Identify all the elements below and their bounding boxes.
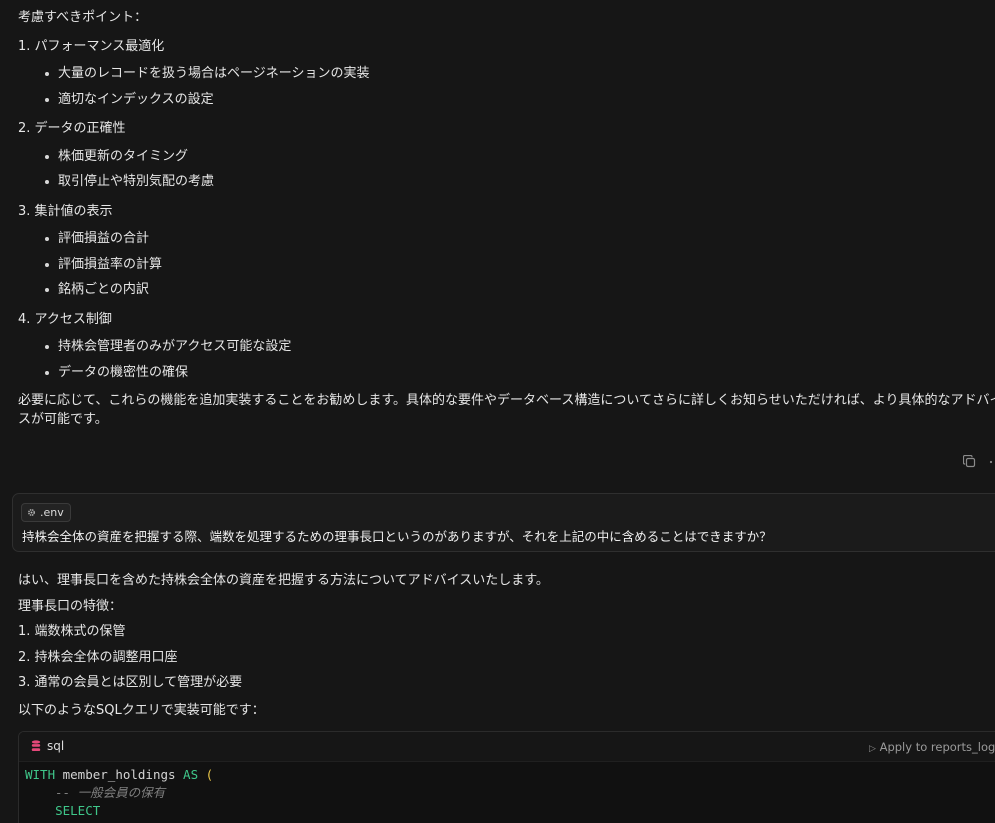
- section-title: 4. アクセス制御: [18, 312, 112, 327]
- list-item: 大量のレコードを扱う場合はページネーションの実装: [44, 66, 370, 81]
- database-icon: [31, 740, 41, 751]
- code-line: WITH member_holdings AS (: [25, 767, 214, 782]
- user-message-text: 持株会全体の資産を把握する際、端数を処理するための理事長口というのがありますが、…: [22, 529, 772, 544]
- list-item: 3. 通常の会員とは区別して管理が必要: [18, 675, 243, 690]
- code-block-header: sql ▷ Apply to reports_logi...: [19, 732, 995, 762]
- points-heading: 考慮すべきポイント：: [18, 10, 148, 25]
- code-line: SELECT: [55, 803, 101, 818]
- features-heading: 理事長口の特徴：: [18, 599, 123, 614]
- list-item: 1. 端数株式の保管: [18, 624, 126, 639]
- attachment-label: .env: [40, 506, 64, 519]
- code-language-label: sql: [47, 739, 65, 753]
- reply-intro: はい、理事長口を含めた持株会全体の資産を把握する方法についてアドバイスいたします…: [18, 573, 549, 588]
- play-icon: ▷: [869, 744, 876, 754]
- copy-icon[interactable]: [962, 454, 977, 469]
- section-title: 2. データの正確性: [18, 121, 126, 136]
- list-item: 銘柄ごとの内訳: [45, 282, 149, 297]
- closing-paragraph: 必要に応じて、これらの機能を追加実装することをお勧めします。具体的な要件やデータ…: [18, 393, 995, 408]
- code-block: sql ▷ Apply to reports_logi... WITH memb…: [18, 731, 995, 823]
- gear-icon: [28, 509, 35, 516]
- attachment-chip[interactable]: .env: [21, 503, 71, 522]
- code-line: -- 一般会員の保有: [55, 785, 166, 800]
- more-icon[interactable]: [988, 455, 995, 469]
- list-item: 2. 持株会全体の調整用口座: [18, 650, 178, 665]
- list-item: データの機密性の確保: [44, 365, 189, 380]
- code-content: WITH member_holdings AS ( -- 一般会員の保有 SEL…: [25, 766, 213, 820]
- list-item: 評価損益の合計: [44, 231, 150, 246]
- list-item: 適切なインデックスの設定: [45, 92, 214, 107]
- section-title: 3. 集計値の表示: [18, 204, 113, 219]
- sql-intro: 以下のようなSQLクエリで実装可能です：: [18, 703, 265, 718]
- list-item: 取引停止や特別気配の考慮: [44, 174, 215, 189]
- user-message[interactable]: .env 持株会全体の資産を把握する際、端数を処理するための理事長口というのがあ…: [12, 493, 995, 552]
- list-item: 評価損益率の計算: [44, 257, 163, 272]
- apply-button[interactable]: ▷ Apply to reports_logi...: [869, 740, 995, 754]
- list-item: 株価更新のタイミング: [44, 149, 189, 164]
- list-item: 持株会管理者のみがアクセス可能な設定: [44, 339, 292, 354]
- section-title: 1. パフォーマンス最適化: [18, 39, 165, 54]
- apply-label: Apply to reports_logi...: [879, 740, 995, 754]
- closing-paragraph-cont: スが可能です。: [18, 412, 108, 427]
